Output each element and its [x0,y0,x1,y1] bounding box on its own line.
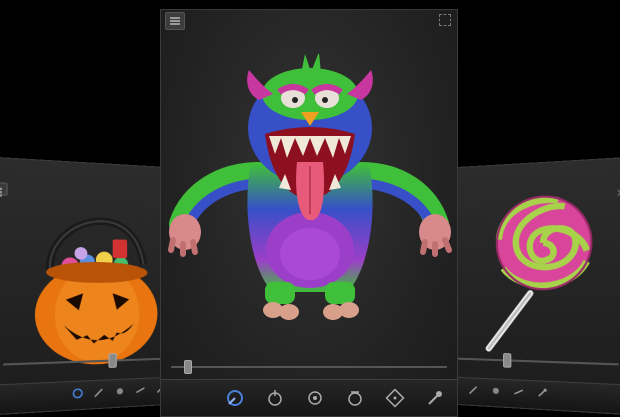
sculpt-toolbar [161,379,457,416]
fullscreen-icon[interactable] [439,14,451,26]
lollipop-model [471,189,610,373]
brush-size-slider-thumb[interactable] [184,360,193,374]
dropper-icon[interactable] [425,388,445,408]
main-sculpt-panel[interactable] [160,9,458,417]
texture-icon[interactable] [385,388,405,408]
pencil-icon[interactable] [467,382,481,397]
brush-size-slider-thumb[interactable] [503,353,512,368]
brush-size-slider[interactable] [171,366,447,368]
brush-icon[interactable] [70,386,85,402]
menu-icon[interactable] [165,12,185,30]
smooth-icon[interactable] [113,384,127,399]
mask-icon[interactable] [534,385,549,400]
monster-model [168,54,452,320]
left-toolbar [0,376,184,415]
right-toolbar [440,376,620,415]
close-icon[interactable]: ✕ [616,188,620,200]
pencil-icon[interactable] [92,385,107,400]
inflate-icon[interactable] [305,388,325,408]
right-preview-panel[interactable]: ✕ [440,156,620,416]
smooth-icon[interactable] [489,383,503,398]
flatten-icon[interactable] [133,383,147,398]
sculpt-brush-icon[interactable] [225,388,245,408]
grab-icon[interactable] [265,388,285,408]
brush-size-slider-thumb[interactable] [108,353,117,368]
flatten-icon[interactable] [511,384,526,399]
pinch-icon[interactable] [345,388,365,408]
left-preview-panel[interactable]: ✕ [0,156,184,416]
menu-icon[interactable] [0,181,8,196]
